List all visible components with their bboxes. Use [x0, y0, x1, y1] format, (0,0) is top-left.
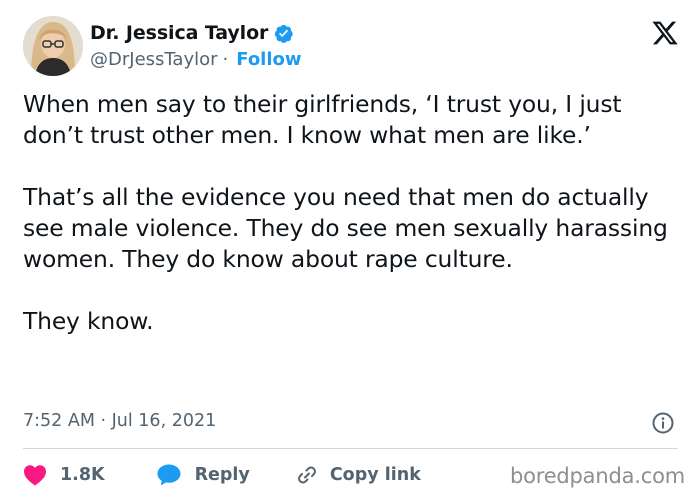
author-name[interactable]: Dr. Jessica Taylor	[90, 22, 268, 44]
tweet-header: Dr. Jessica Taylor @DrJessTaylor · Follo…	[23, 16, 683, 78]
tweet-paragraph: That’s all the evidence you need that me…	[23, 183, 668, 273]
verified-badge-icon	[273, 23, 294, 44]
copy-link-label: Copy link	[329, 465, 421, 485]
like-count: 1.8K	[60, 465, 105, 485]
reply-label: Reply	[194, 465, 250, 485]
x-logo-icon[interactable]	[651, 19, 679, 47]
watermark: boredpanda.com	[509, 464, 685, 488]
avatar[interactable]	[23, 16, 83, 76]
like-button[interactable]: 1.8K	[23, 464, 105, 486]
author-name-row: Dr. Jessica Taylor	[90, 22, 294, 44]
follow-button[interactable]: Follow	[236, 49, 301, 70]
info-icon[interactable]	[651, 411, 675, 435]
tweet-actions: 1.8K Reply Copy link	[23, 461, 421, 489]
tweet-text: When men say to their girlfriends, ‘I tr…	[23, 89, 675, 368]
tweet-paragraph: When men say to their girlfriends, ‘I tr…	[23, 90, 622, 149]
divider	[23, 448, 678, 449]
reply-button[interactable]: Reply	[143, 463, 250, 487]
reply-bubble-icon	[156, 463, 182, 487]
copy-link-button[interactable]: Copy link	[284, 463, 421, 487]
author-handle[interactable]: @DrJessTaylor	[90, 49, 218, 70]
handle-row: @DrJessTaylor · Follow	[90, 49, 302, 70]
heart-icon	[23, 464, 47, 486]
link-icon	[295, 463, 319, 487]
tweet-paragraph: They know.	[23, 307, 154, 335]
tweet-timestamp[interactable]: 7:52 AM · Jul 16, 2021	[23, 411, 216, 431]
separator-dot: ·	[222, 49, 229, 70]
